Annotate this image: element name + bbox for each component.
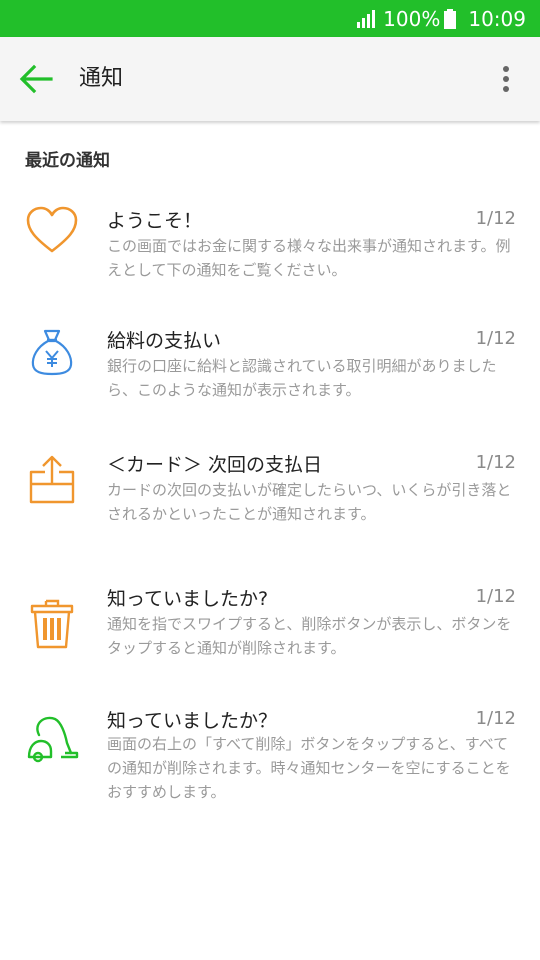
notification-body: カードの次回の支払いが確定したらいつ、いくらが引き落とされるかといったことが通知…	[107, 481, 512, 523]
notification-date: 1/12	[475, 708, 516, 729]
notification-date: 1/12	[475, 452, 516, 473]
notification-title: ＜カード＞ 次回の支払日	[107, 454, 323, 476]
signal-icon	[357, 9, 376, 28]
notification-body: 銀行の口座に給料と認識されている取引明細がありましたら、このような通知が表示され…	[107, 357, 497, 399]
notification-body: 画面の右上の「すべて削除」ボタンをタップすると、すべての通知が削除されます。時々…	[107, 735, 511, 801]
notification-item[interactable]: ようこそ！ 1/12 この画面ではお金に関する様々な出来事が通知されます。例えと…	[0, 190, 540, 310]
notification-item[interactable]: ＜カード＞ 次回の支払日 1/12 カードの次回の支払いが確定したらいつ、いくら…	[0, 434, 540, 578]
battery-percentage: 100%	[383, 6, 441, 31]
more-options-button[interactable]	[492, 61, 520, 97]
notification-title: 知っていましたか？	[107, 710, 278, 732]
notification-date: 1/12	[475, 208, 516, 229]
heart-icon	[24, 202, 80, 258]
arrow-left-icon	[19, 64, 53, 94]
money-bag-icon	[24, 324, 80, 380]
status-clock: 10:09	[468, 6, 526, 31]
trash-icon	[24, 596, 80, 652]
notification-item[interactable]: 給料の支払い 1/12 銀行の口座に給料と認識されている取引明細がありましたら、…	[0, 310, 540, 434]
more-vert-icon	[503, 66, 509, 92]
notification-list: ようこそ！ 1/12 この画面ではお金に関する様々な出来事が通知されます。例えと…	[0, 190, 540, 836]
page-title: 通知	[79, 66, 124, 91]
notification-date: 1/12	[475, 586, 516, 607]
box-upload-icon	[24, 452, 80, 508]
vacuum-cleaner-icon	[24, 710, 80, 766]
status-indicators: 100% 10:09	[357, 0, 526, 37]
notification-body: この画面ではお金に関する様々な出来事が通知されます。例えとして下の通知をご覧くだ…	[107, 237, 511, 279]
notification-title: ようこそ！	[107, 210, 203, 232]
battery-icon	[444, 8, 457, 29]
notification-date: 1/12	[475, 328, 516, 349]
back-button[interactable]	[16, 61, 56, 97]
notification-item[interactable]: 知っていましたか？ 1/12 画面の右上の「すべて削除」ボタンをタップすると、す…	[0, 706, 540, 836]
status-bar: 100% 10:09	[0, 0, 540, 37]
notification-item[interactable]: 知っていましたか? 1/12 通知を指でスワイプすると、削除ボタンが表示し、ボタ…	[0, 578, 540, 706]
app-bar: 通知	[0, 37, 540, 121]
notification-title: 知っていましたか?	[107, 588, 269, 610]
notification-body: 通知を指でスワイプすると、削除ボタンが表示し、ボタンをタップすると通知が削除され…	[107, 615, 512, 657]
notification-title: 給料の支払い	[107, 330, 222, 352]
section-header: 最近の通知	[25, 151, 110, 171]
